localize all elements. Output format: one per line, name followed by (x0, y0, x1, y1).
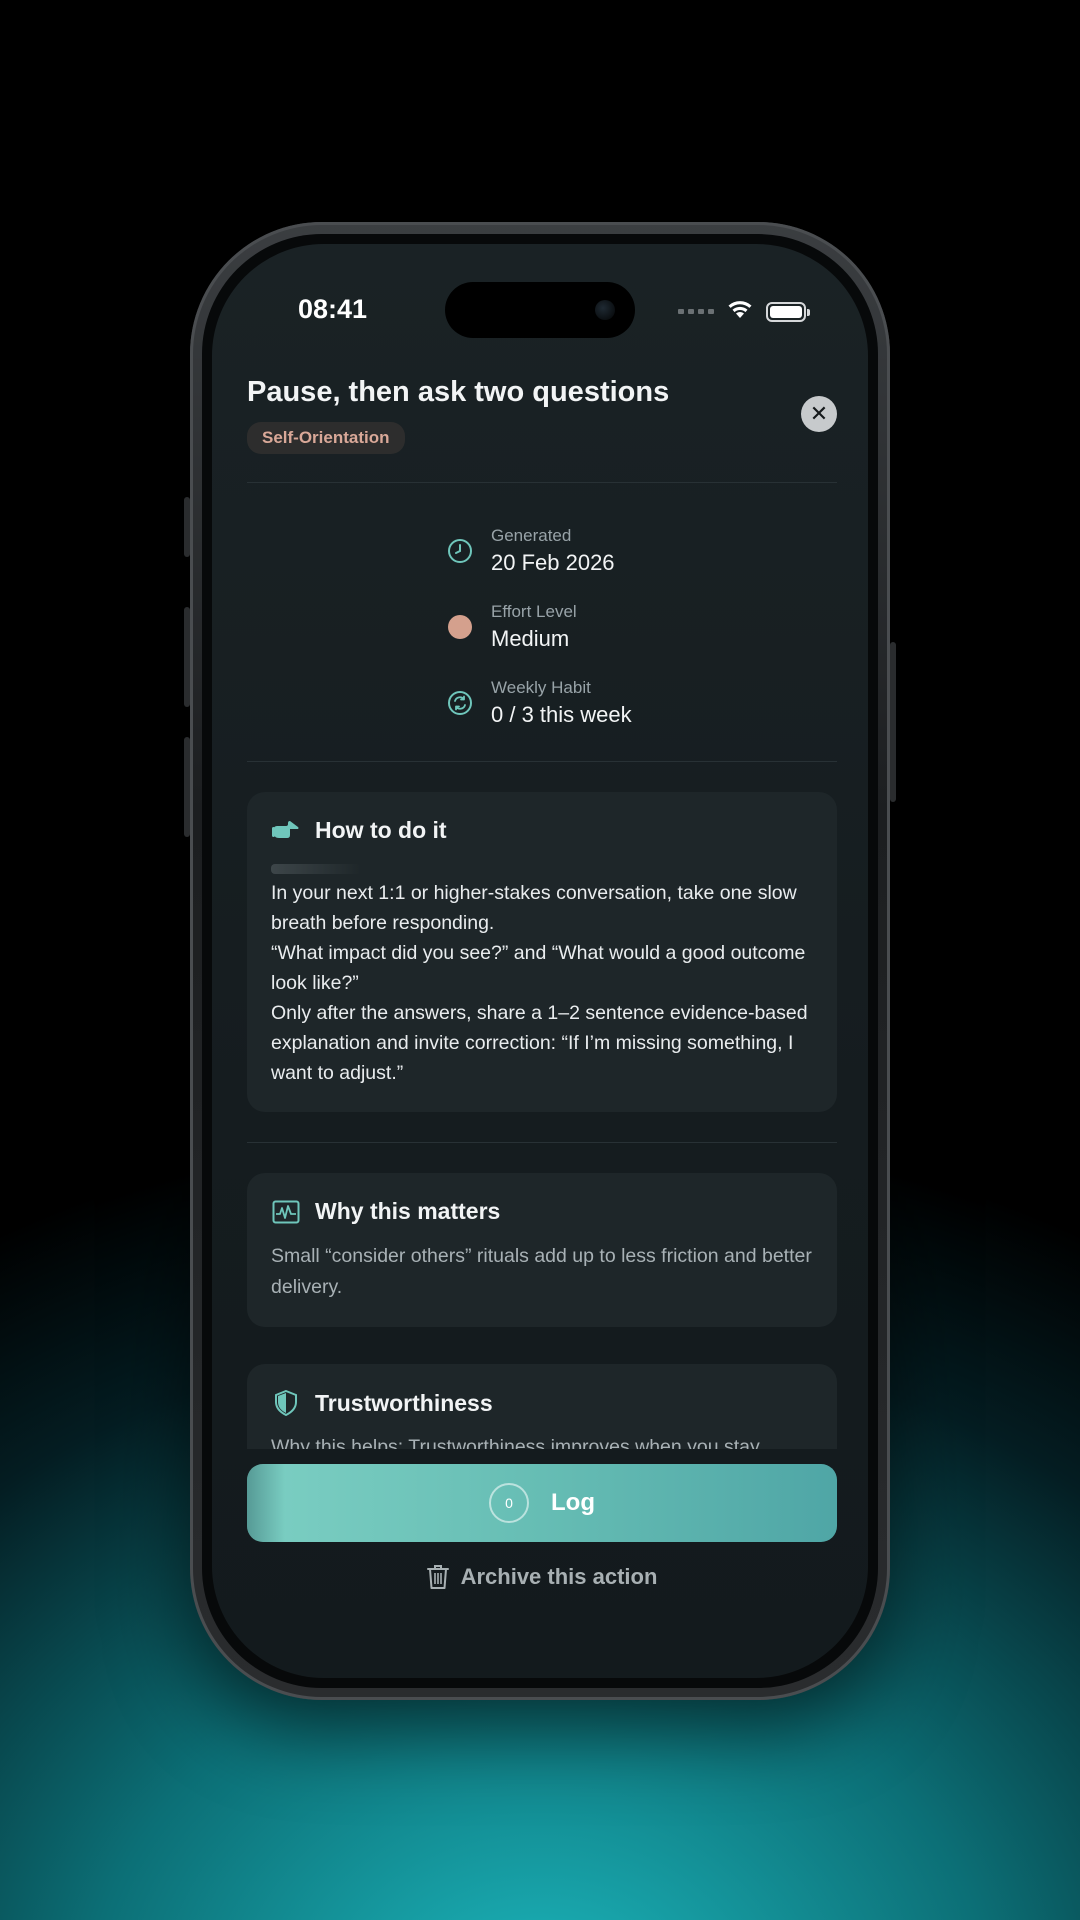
repeat-icon (445, 688, 475, 718)
close-icon: ✕ (809, 401, 829, 426)
close-button[interactable]: ✕ (801, 396, 837, 432)
phone-frame: 08:41 Pause, then ask two questions Self… (184, 222, 896, 1700)
meta-value: Medium (491, 625, 570, 651)
effort-dot-icon (445, 612, 475, 642)
pulse-chart-icon (271, 1197, 301, 1227)
status-indicators (678, 298, 810, 325)
divider (247, 760, 837, 762)
archive-label: Archive this action (460, 1564, 658, 1589)
how-to-card: How to do it In your next 1:1 or higher-… (247, 791, 837, 1112)
meta-generated: Generated 20 Feb 2026 (445, 513, 837, 589)
meta-label: Weekly Habit (491, 677, 591, 697)
log-button-label: Log (551, 1489, 595, 1516)
scroll-clip: Trustworthiness Why this helps: Trustwor… (247, 1364, 837, 1449)
step-text: Only after the answers, share a 1–2 sent… (271, 1001, 808, 1084)
side-button-volume-up (184, 607, 190, 707)
log-button[interactable]: 0 Log (247, 1464, 837, 1542)
step-text: “What impact did you see?” and “What wou… (271, 941, 806, 994)
meta-label: Effort Level (491, 601, 577, 621)
meta-weekly-habit: Weekly Habit 0 / 3 this week (445, 665, 837, 741)
battery-icon (766, 301, 810, 322)
side-button-silent (184, 497, 190, 557)
why-body: Small “consider others” rituals add up t… (271, 1244, 812, 1298)
log-count-badge: 0 (489, 1483, 529, 1523)
signal-icon (678, 309, 714, 314)
action-detail: Pause, then ask two questions Self-Orien… (247, 374, 837, 1327)
truncated-text (271, 863, 361, 874)
meta-label: Generated (491, 525, 572, 545)
shield-icon (271, 1388, 301, 1418)
pointing-hand-icon (271, 816, 301, 846)
card-title: Trustworthiness (315, 1389, 493, 1416)
step-text: In your next 1:1 or higher-stakes conver… (271, 881, 797, 934)
detail-header: Pause, then ask two questions Self-Orien… (247, 374, 837, 454)
side-button-power (890, 642, 896, 802)
trust-body: Why this helps: Trustworthiness improves… (271, 1436, 760, 1449)
clock-icon (445, 536, 475, 566)
how-to-steps: In your next 1:1 or higher-stakes conver… (271, 878, 813, 1088)
screen: 08:41 Pause, then ask two questions Self… (212, 244, 868, 1678)
dynamic-island (445, 282, 635, 338)
meta-effort: Effort Level Medium (445, 589, 837, 665)
trash-icon (426, 1564, 449, 1590)
side-button-volume-down (184, 737, 190, 837)
meta-value: 20 Feb 2026 (491, 549, 615, 575)
status-time: 08:41 (298, 294, 368, 324)
meta-list: Generated 20 Feb 2026 Effort Level Mediu… (247, 483, 837, 761)
card-title: Why this matters (315, 1198, 501, 1225)
divider (247, 1141, 837, 1143)
page-title: Pause, then ask two questions (247, 376, 670, 408)
category-badge: Self-Orientation (247, 421, 405, 454)
camera-icon (595, 300, 615, 320)
meta-value: 0 / 3 this week (491, 701, 632, 727)
archive-button[interactable]: Archive this action (247, 1564, 837, 1590)
wifi-icon (726, 298, 754, 325)
card-title: How to do it (315, 817, 447, 844)
trust-card: Trustworthiness Why this helps: Trustwor… (247, 1364, 837, 1449)
why-card: Why this matters Small “consider others”… (247, 1172, 837, 1327)
